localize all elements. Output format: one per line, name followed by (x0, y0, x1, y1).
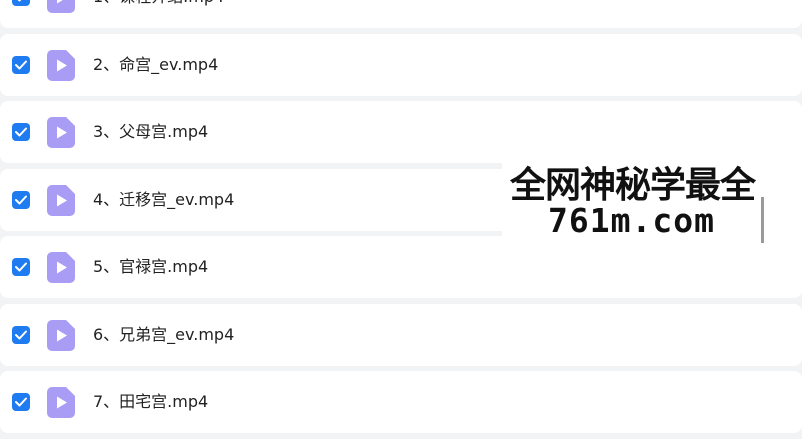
file-name[interactable]: 1、课程介绍.mp4 (93, 0, 224, 28)
file-name[interactable]: 2、命宫_ev.mp4 (93, 34, 218, 96)
watermark-overlay: 全网神秘学最全 761m.com (502, 153, 802, 250)
watermark-url: 761m.com (548, 201, 715, 240)
video-play-icon (47, 49, 75, 81)
file-name[interactable]: 7、田宅宫.mp4 (93, 371, 208, 433)
file-name[interactable]: 4、迁移宫_ev.mp4 (93, 169, 234, 231)
file-checkbox[interactable] (12, 123, 30, 141)
file-checkbox[interactable] (12, 0, 30, 6)
checkmark-icon (15, 60, 27, 69)
file-row-1[interactable]: 1、课程介绍.mp4 (0, 0, 802, 28)
file-checkbox[interactable] (12, 325, 30, 344)
video-play-icon (47, 117, 75, 148)
checkmark-icon (15, 330, 27, 339)
video-play-icon (47, 319, 75, 351)
checkmark-icon (15, 262, 27, 272)
checkmark-icon (15, 195, 27, 204)
file-row-7[interactable]: 7、田宅宫.mp4 (0, 371, 802, 433)
video-play-icon (47, 0, 75, 13)
checkmark-icon (15, 127, 27, 137)
file-row-6[interactable]: 6、兄弟宫_ev.mp4 (0, 303, 802, 366)
file-checkbox[interactable] (12, 55, 30, 74)
file-checkbox[interactable] (12, 393, 30, 411)
video-play-icon (47, 184, 75, 216)
file-name[interactable]: 3、父母宫.mp4 (93, 101, 208, 163)
video-play-icon (47, 252, 75, 283)
video-play-icon (47, 387, 75, 418)
file-checkbox[interactable] (12, 190, 30, 209)
file-row-2[interactable]: 2、命宫_ev.mp4 (0, 33, 802, 96)
checkmark-icon (15, 397, 27, 407)
file-name[interactable]: 5、官禄宫.mp4 (93, 236, 208, 298)
watermark-divider (761, 197, 764, 243)
file-name[interactable]: 6、兄弟宫_ev.mp4 (93, 304, 234, 366)
file-checkbox[interactable] (12, 258, 30, 276)
checkmark-icon (17, 0, 22, 2)
